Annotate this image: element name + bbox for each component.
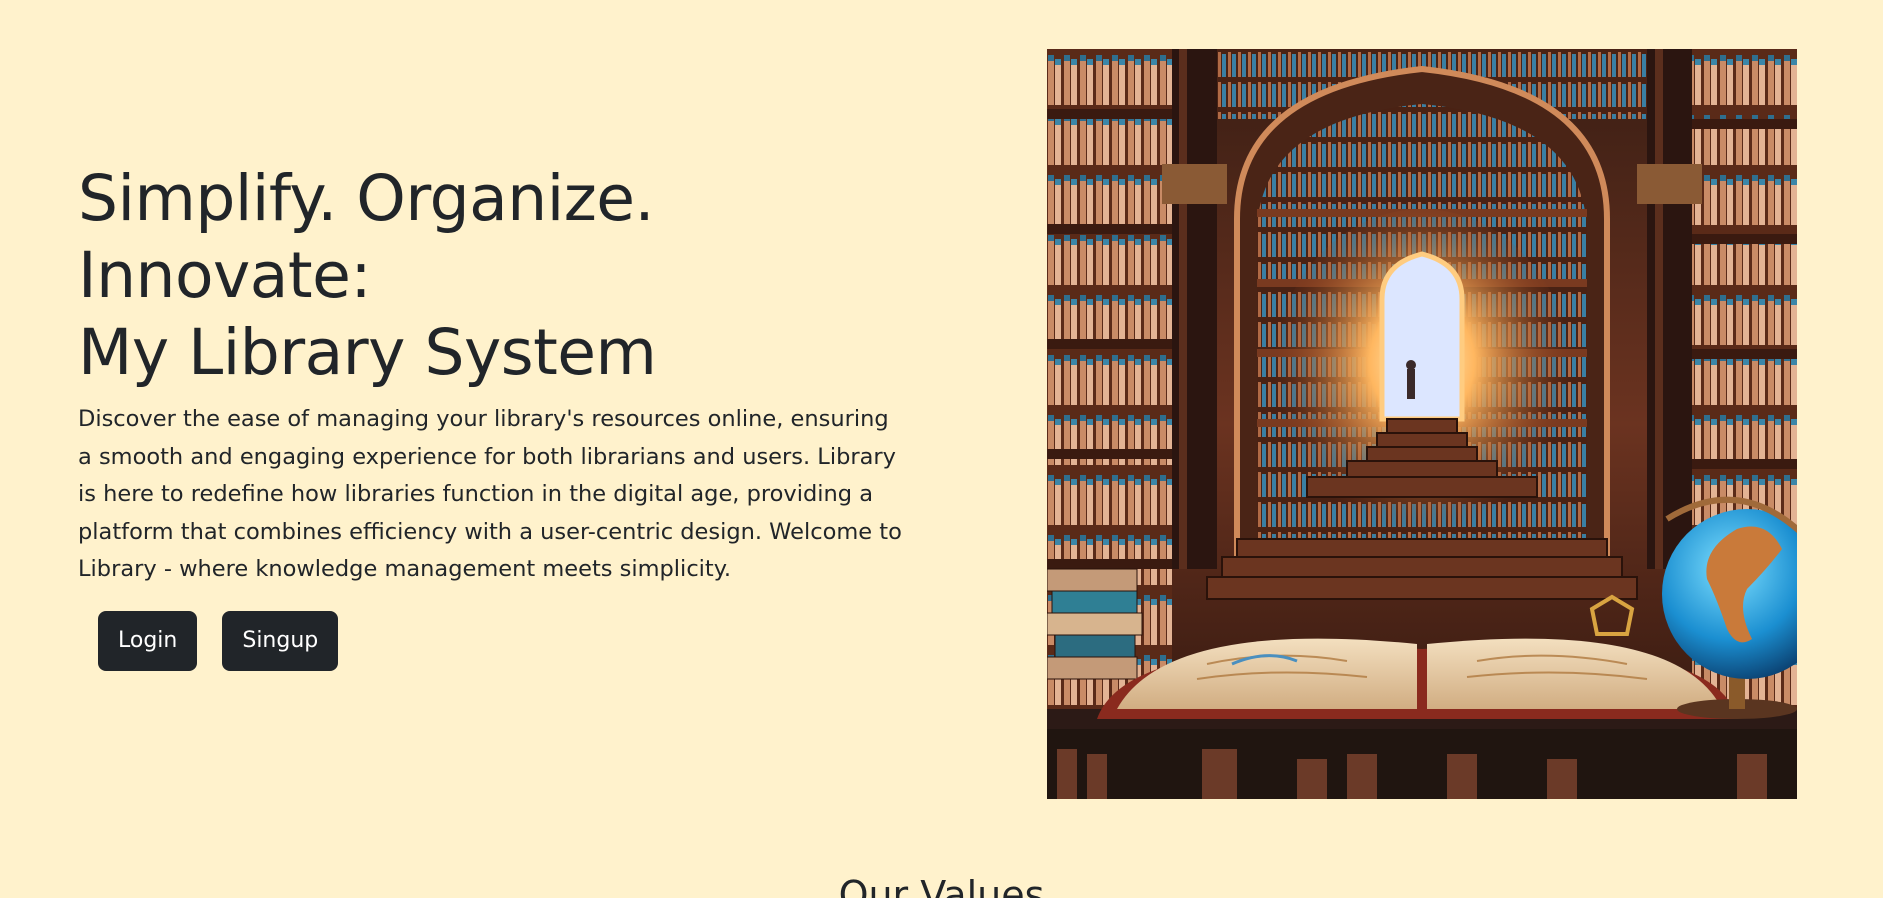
our-values-heading: Our Values <box>838 873 1045 898</box>
login-button[interactable]: Login <box>98 610 198 671</box>
signup-button[interactable]: Singup <box>222 610 339 671</box>
hero-title-line2: My Library System <box>78 316 657 389</box>
hero-buttons: Login Singup <box>98 610 908 671</box>
hero-description: Discover the ease of managing your libra… <box>78 406 902 582</box>
hero-text-block: Simplify. Organize. Innovate: My Library … <box>78 160 908 671</box>
hero-title-line1: Simplify. Organize. Innovate: <box>78 162 655 312</box>
hero-title: Simplify. Organize. Innovate: My Library … <box>78 160 908 391</box>
library-illustration-image <box>1047 49 1797 799</box>
hero-section: Simplify. Organize. Innovate: My Library … <box>0 0 1883 898</box>
